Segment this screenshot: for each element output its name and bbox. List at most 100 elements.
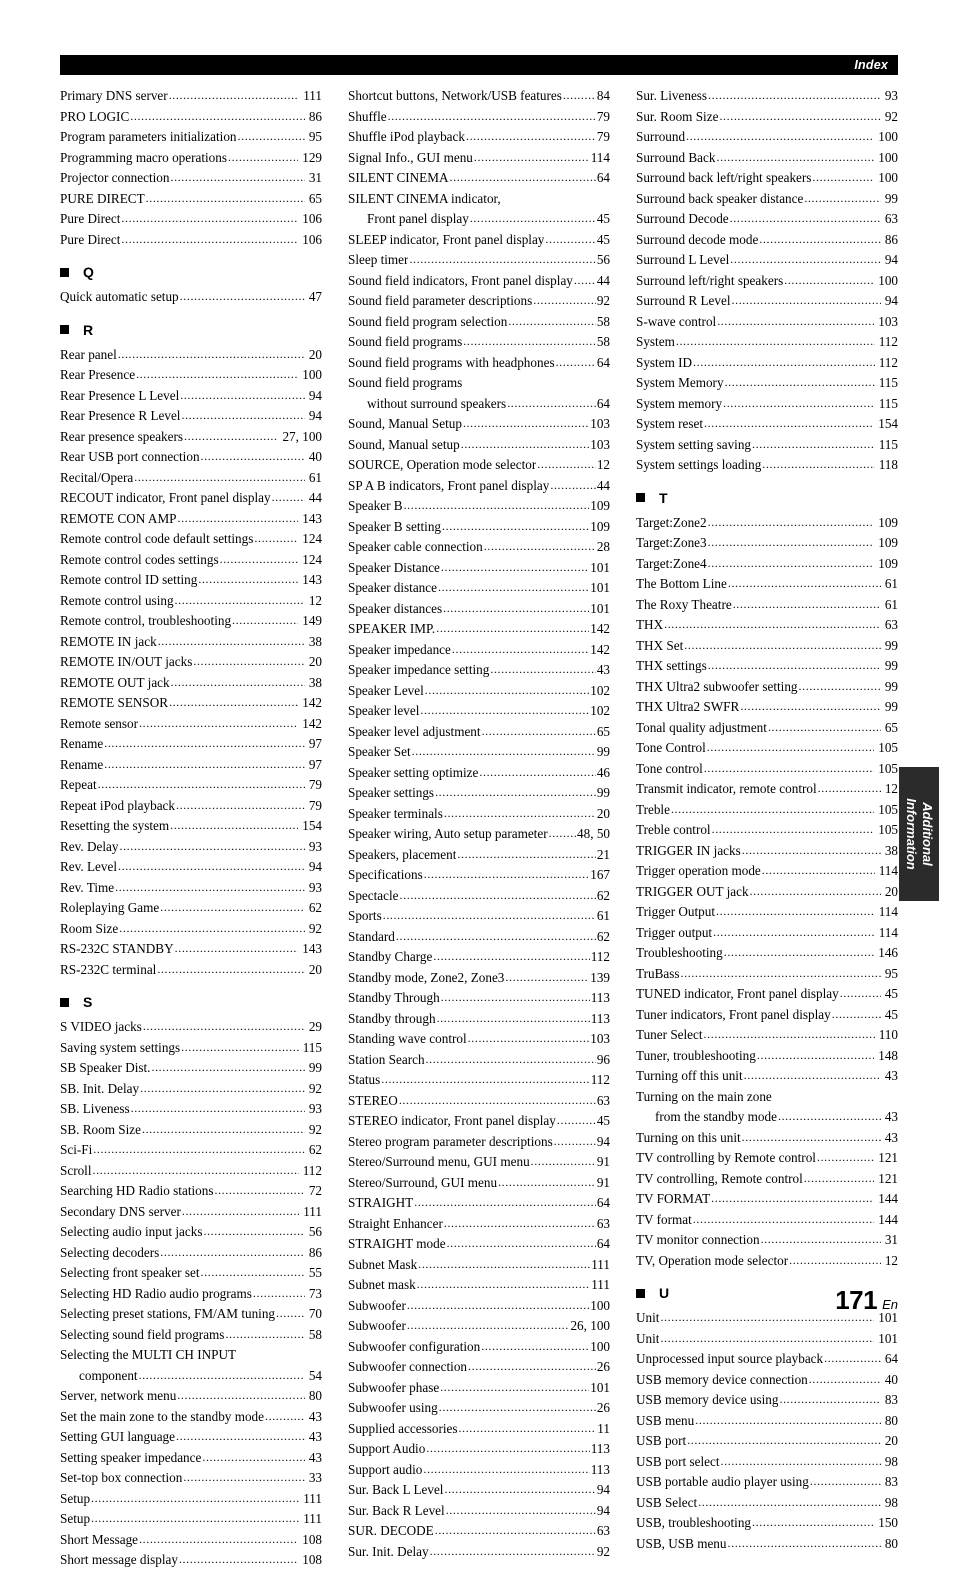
index-entry[interactable]: Standing wave control 103 — [348, 1029, 610, 1050]
index-entry[interactable]: Searching HD Radio stations 72 — [60, 1181, 322, 1202]
index-entry[interactable]: Remote control codes settings 124 — [60, 550, 322, 571]
index-entry[interactable]: Sound field programs 58 — [348, 332, 610, 353]
index-entry[interactable]: Subwoofer configuration 100 — [348, 1337, 610, 1358]
index-entry[interactable]: Selecting HD Radio audio programs 73 — [60, 1284, 322, 1305]
index-entry[interactable]: USB port select 98 — [636, 1452, 898, 1473]
index-entry[interactable]: Standby Through 113 — [348, 988, 610, 1009]
index-entry[interactable]: Target:Zone3 109 — [636, 533, 898, 554]
index-entry[interactable]: Setting GUI language 43 — [60, 1427, 322, 1448]
index-entry[interactable]: Sound field programs — [348, 373, 610, 394]
index-entry[interactable]: Projector connection 31 — [60, 168, 322, 189]
index-entry[interactable]: Server, network menu 80 — [60, 1386, 322, 1407]
index-entry[interactable]: System setting saving 115 — [636, 435, 898, 456]
index-entry[interactable]: Quick automatic setup 47 — [60, 287, 322, 308]
index-entry[interactable]: Support audio 113 — [348, 1460, 610, 1481]
index-entry[interactable]: Subwoofer 100 — [348, 1296, 610, 1317]
index-entry[interactable]: USB, troubleshooting 150 — [636, 1513, 898, 1534]
index-entry[interactable]: Speaker Distance 101 — [348, 558, 610, 579]
index-entry[interactable]: RS-232C STANDBY 143 — [60, 939, 322, 960]
index-entry[interactable]: SILENT CINEMA indicator, — [348, 189, 610, 210]
index-entry[interactable]: Surround Decode 63 — [636, 209, 898, 230]
index-entry[interactable]: Speaker level adjustment 65 — [348, 722, 610, 743]
index-entry[interactable]: System reset 154 — [636, 414, 898, 435]
index-entry[interactable]: Stereo/Surround, GUI menu 91 — [348, 1173, 610, 1194]
index-entry[interactable]: Roleplaying Game 62 — [60, 898, 322, 919]
index-entry[interactable]: Setup 111 — [60, 1489, 322, 1510]
index-entry[interactable]: SUR. DECODE 63 — [348, 1521, 610, 1542]
index-entry[interactable]: Programming macro operations 129 — [60, 148, 322, 169]
index-entry[interactable]: Rev. Time 93 — [60, 878, 322, 899]
index-entry[interactable]: System ID 112 — [636, 353, 898, 374]
index-entry[interactable]: Sound field parameter descriptions 92 — [348, 291, 610, 312]
index-entry[interactable]: Stereo program parameter descriptions 94 — [348, 1132, 610, 1153]
index-entry[interactable]: Station Search 96 — [348, 1050, 610, 1071]
index-entry[interactable]: Set the main zone to the standby mode 43 — [60, 1407, 322, 1428]
index-entry[interactable]: Sound field indicators, Front panel disp… — [348, 271, 610, 292]
index-entry[interactable]: REMOTE SENSOR 142 — [60, 693, 322, 714]
index-entry[interactable]: The Roxy Theatre 61 — [636, 595, 898, 616]
index-entry[interactable]: Speaker wiring, Auto setup parameter 48, … — [348, 824, 610, 845]
index-entry[interactable]: Scroll 112 — [60, 1161, 322, 1182]
index-entry[interactable]: Rename 97 — [60, 755, 322, 776]
index-entry[interactable]: Setting speaker impedance 43 — [60, 1448, 322, 1469]
index-entry[interactable]: TruBass 95 — [636, 964, 898, 985]
index-entry[interactable]: S VIDEO jacks 29 — [60, 1017, 322, 1038]
index-entry[interactable]: Shuffle 79 — [348, 107, 610, 128]
index-entry[interactable]: Rear Presence L Level 94 — [60, 386, 322, 407]
index-entry[interactable]: System memory 115 — [636, 394, 898, 415]
index-entry[interactable]: REMOTE IN/OUT jacks 20 — [60, 652, 322, 673]
index-entry[interactable]: Subwoofer 26, 100 — [348, 1316, 610, 1337]
index-entry[interactable]: Selecting audio input jacks 56 — [60, 1222, 322, 1243]
index-entry[interactable]: Sleep timer 56 — [348, 250, 610, 271]
index-entry[interactable]: TRIGGER IN jacks 38 — [636, 841, 898, 862]
index-entry[interactable]: System 112 — [636, 332, 898, 353]
index-entry[interactable]: Standby through 113 — [348, 1009, 610, 1030]
index-entry[interactable]: Rear Presence 100 — [60, 365, 322, 386]
index-entry[interactable]: TV monitor connection 31 — [636, 1230, 898, 1251]
index-entry[interactable]: Status 112 — [348, 1070, 610, 1091]
index-entry[interactable]: Repeat iPod playback 79 — [60, 796, 322, 817]
index-entry[interactable]: Speaker Level 102 — [348, 681, 610, 702]
index-entry[interactable]: Resetting the system 154 — [60, 816, 322, 837]
index-entry[interactable]: THX settings 99 — [636, 656, 898, 677]
index-entry[interactable]: component 54 — [60, 1366, 322, 1387]
index-entry[interactable]: Secondary DNS server 111 — [60, 1202, 322, 1223]
index-entry[interactable]: SB Speaker Dist. 99 — [60, 1058, 322, 1079]
index-entry[interactable]: Repeat 79 — [60, 775, 322, 796]
index-entry[interactable]: Saving system settings 115 — [60, 1038, 322, 1059]
index-entry[interactable]: Speaker terminals 20 — [348, 804, 610, 825]
index-entry[interactable]: Tuner indicators, Front panel display 45 — [636, 1005, 898, 1026]
index-entry[interactable]: Straight Enhancer 63 — [348, 1214, 610, 1235]
index-entry[interactable]: STRAIGHT 64 — [348, 1193, 610, 1214]
index-entry[interactable]: TV format 144 — [636, 1210, 898, 1231]
index-entry[interactable]: Spectacle 62 — [348, 886, 610, 907]
index-entry[interactable]: Surround decode mode 86 — [636, 230, 898, 251]
index-entry[interactable]: THX Set 99 — [636, 636, 898, 657]
index-entry[interactable]: Turning on this unit 43 — [636, 1128, 898, 1149]
index-entry[interactable]: Speaker impedance setting 43 — [348, 660, 610, 681]
index-entry[interactable]: Surround back speaker distance 99 — [636, 189, 898, 210]
index-entry[interactable]: Front panel display 45 — [348, 209, 610, 230]
index-entry[interactable]: System Memory 115 — [636, 373, 898, 394]
index-entry[interactable]: Pure Direct 106 — [60, 230, 322, 251]
index-entry[interactable]: Turning off this unit 43 — [636, 1066, 898, 1087]
index-entry[interactable]: Target:Zone4 109 — [636, 554, 898, 575]
index-entry[interactable]: SP A B indicators, Front panel display 44 — [348, 476, 610, 497]
index-entry[interactable]: Speaker level 102 — [348, 701, 610, 722]
index-entry[interactable]: Setup 111 — [60, 1509, 322, 1530]
index-entry[interactable]: Speaker Set 99 — [348, 742, 610, 763]
index-entry[interactable]: PURE DIRECT 65 — [60, 189, 322, 210]
index-entry[interactable]: Selecting sound field programs 58 — [60, 1325, 322, 1346]
index-entry[interactable]: Speaker cable connection 28 — [348, 537, 610, 558]
index-entry[interactable]: STRAIGHT mode 64 — [348, 1234, 610, 1255]
index-entry[interactable]: Selecting front speaker set 55 — [60, 1263, 322, 1284]
index-entry[interactable]: TV controlling by Remote control 121 — [636, 1148, 898, 1169]
index-entry[interactable]: from the standby mode 43 — [636, 1107, 898, 1128]
index-entry[interactable]: Remote control code default settings 124 — [60, 529, 322, 550]
index-entry[interactable]: SLEEP indicator, Front panel display 45 — [348, 230, 610, 251]
index-entry[interactable]: Speakers, placement 21 — [348, 845, 610, 866]
index-entry[interactable]: Short Message 108 — [60, 1530, 322, 1551]
index-entry[interactable]: Rev. Delay 93 — [60, 837, 322, 858]
index-entry[interactable]: Subwoofer connection 26 — [348, 1357, 610, 1378]
index-entry[interactable]: Stereo/Surround menu, GUI menu 91 — [348, 1152, 610, 1173]
